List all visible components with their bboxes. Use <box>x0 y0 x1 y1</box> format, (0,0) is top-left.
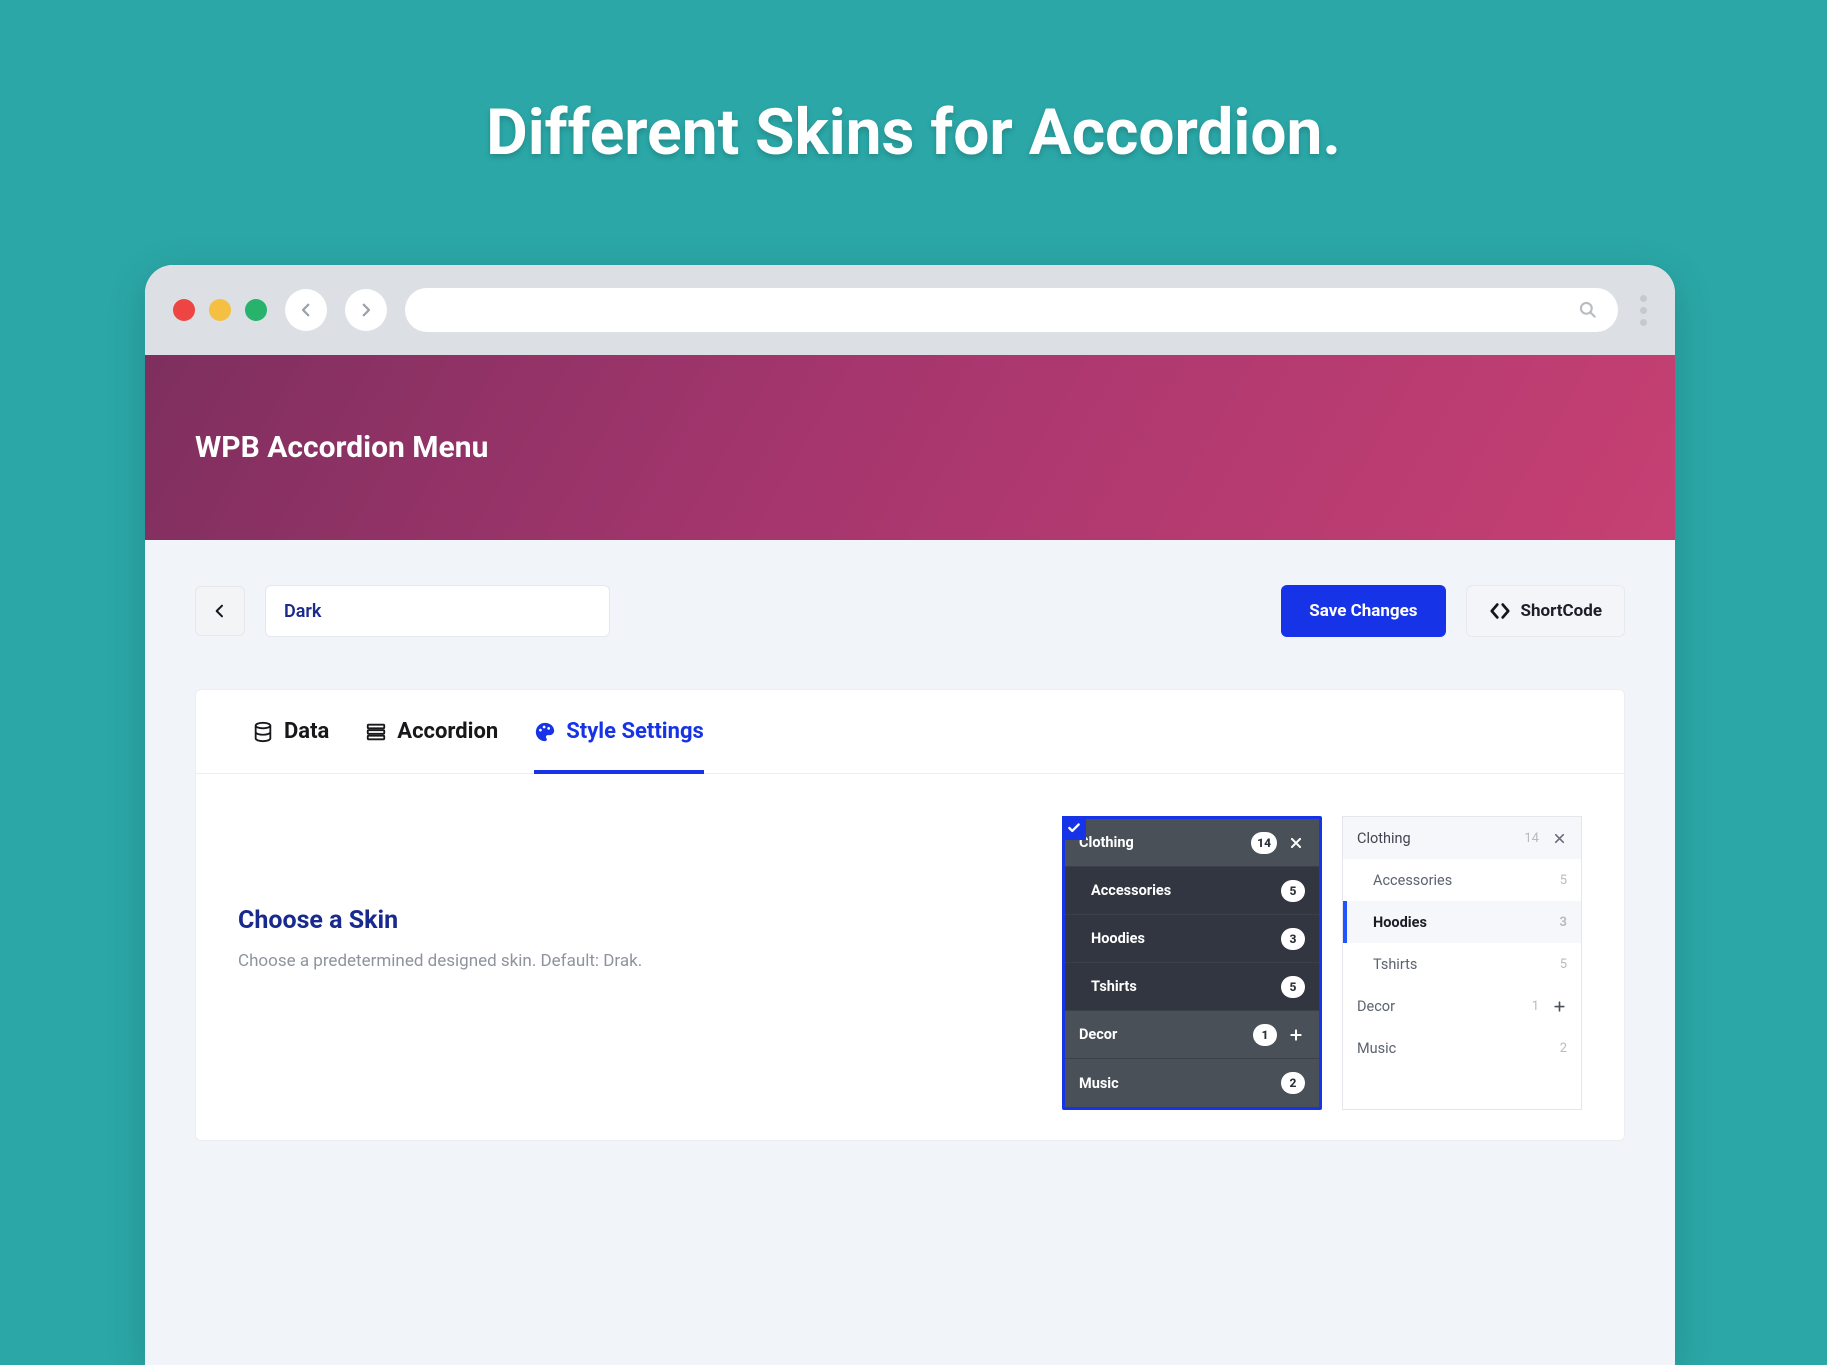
count-badge: 2 <box>1281 1072 1305 1094</box>
skin-row-label: Tshirts <box>1373 956 1417 973</box>
skin-light-row: Hoodies 3 <box>1343 901 1581 943</box>
skin-row-label: Accessories <box>1373 872 1452 889</box>
plus-icon <box>1551 1000 1567 1013</box>
maximize-window-icon[interactable] <box>245 299 267 321</box>
count-badge: 5 <box>1281 880 1305 902</box>
count-badge: 3 <box>1281 928 1305 950</box>
count-label: 5 <box>1560 957 1567 972</box>
shortcode-button[interactable]: ShortCode <box>1466 585 1625 637</box>
skin-row-meta: 3 <box>1281 928 1305 950</box>
url-bar[interactable] <box>405 288 1618 332</box>
skin-row-label: Decor <box>1079 1026 1117 1043</box>
list-icon <box>365 721 387 743</box>
skin-row-meta: 5 <box>1560 873 1567 888</box>
skin-dark-row: Clothing 14 <box>1065 819 1319 867</box>
palette-icon <box>534 721 556 743</box>
menu-name-input[interactable]: Dark <box>265 585 610 637</box>
skin-row-meta: 14 <box>1524 831 1567 846</box>
window-controls <box>173 299 267 321</box>
skin-row-label: Music <box>1079 1075 1119 1092</box>
skin-row-label: Music <box>1357 1040 1396 1057</box>
skin-row-meta: 5 <box>1281 880 1305 902</box>
browser-back-button[interactable] <box>285 289 327 331</box>
save-button[interactable]: Save Changes <box>1281 585 1445 637</box>
count-badge: 1 <box>1253 1024 1277 1046</box>
skin-options: Clothing 14 Accessories 5 Hoodies 3 Tshirts 5 De… <box>1062 816 1582 1110</box>
tab-style-label: Style Settings <box>566 719 704 744</box>
workspace: Dark Save Changes ShortCode Data <box>145 540 1675 1141</box>
close-window-icon[interactable] <box>173 299 195 321</box>
skin-row-label: Clothing <box>1357 830 1411 847</box>
tab-style-settings[interactable]: Style Settings <box>534 690 704 773</box>
database-icon <box>252 721 274 743</box>
app-header: WPB Accordion Menu <box>145 355 1675 540</box>
skin-dark-row: Hoodies 3 <box>1065 915 1319 963</box>
save-button-label: Save Changes <box>1309 601 1417 621</box>
back-button[interactable] <box>195 586 245 636</box>
browser-chrome <box>145 265 1675 355</box>
skin-row-label: Tshirts <box>1091 978 1137 995</box>
section-intro: Choose a Skin Choose a predetermined des… <box>238 816 1022 1110</box>
shortcode-button-label: ShortCode <box>1521 601 1602 621</box>
skin-light-row: Music 2 <box>1343 1027 1581 1069</box>
skin-dark-row: Music 2 <box>1065 1059 1319 1107</box>
skin-dark-row: Decor 1 <box>1065 1011 1319 1059</box>
toolbar: Dark Save Changes ShortCode <box>195 585 1625 637</box>
count-label: 14 <box>1524 831 1539 846</box>
skin-row-meta: 1 <box>1253 1024 1305 1046</box>
tab-data[interactable]: Data <box>252 690 329 773</box>
skin-row-meta: 3 <box>1560 915 1567 930</box>
count-label: 2 <box>1560 1041 1567 1056</box>
count-label: 1 <box>1532 999 1539 1014</box>
tabs: Data Accordion Style Settings <box>196 690 1624 774</box>
skin-light-row: Decor 1 <box>1343 985 1581 1027</box>
count-label: 5 <box>1560 873 1567 888</box>
skin-row-label: Decor <box>1357 998 1395 1015</box>
skin-row-label: Accessories <box>1091 882 1171 899</box>
panel-body: Choose a Skin Choose a predetermined des… <box>196 774 1624 1140</box>
tab-accordion[interactable]: Accordion <box>365 690 498 773</box>
count-badge: 14 <box>1251 832 1277 854</box>
skin-row-label: Hoodies <box>1091 930 1145 947</box>
browser-forward-button[interactable] <box>345 289 387 331</box>
page-headline: Different Skins for Accordion. <box>0 0 1827 170</box>
skin-row-meta: 5 <box>1281 976 1305 998</box>
skin-light-row: Accessories 5 <box>1343 859 1581 901</box>
skin-row-meta: 14 <box>1251 832 1305 854</box>
skin-row-meta: 5 <box>1560 957 1567 972</box>
plus-icon <box>1287 1028 1305 1042</box>
count-label: 3 <box>1560 915 1567 930</box>
app-title: WPB Accordion Menu <box>195 430 488 465</box>
minimize-window-icon[interactable] <box>209 299 231 321</box>
skin-row-meta: 2 <box>1560 1041 1567 1056</box>
skin-light-row: Clothing 14 <box>1343 817 1581 859</box>
search-icon <box>1578 300 1598 320</box>
skin-light-row: Tshirts 5 <box>1343 943 1581 985</box>
tab-data-label: Data <box>284 719 329 744</box>
skin-row-label: Hoodies <box>1373 914 1427 931</box>
close-icon <box>1287 836 1305 850</box>
section-title: Choose a Skin <box>238 906 1022 935</box>
tab-accordion-label: Accordion <box>397 719 498 744</box>
menu-name-value: Dark <box>284 601 321 622</box>
skin-option-dark[interactable]: Clothing 14 Accessories 5 Hoodies 3 Tshirts 5 De… <box>1062 816 1322 1110</box>
browser-frame: WPB Accordion Menu Dark Save Changes Sho… <box>145 265 1675 1365</box>
settings-panel: Data Accordion Style Settings Choose a S… <box>195 689 1625 1141</box>
skin-option-light[interactable]: Clothing 14 Accessories 5 Hoodies 3 Tshirts 5 De… <box>1342 816 1582 1110</box>
skin-dark-row: Tshirts 5 <box>1065 963 1319 1011</box>
code-icon <box>1489 600 1511 622</box>
skin-row-meta: 2 <box>1281 1072 1305 1094</box>
skin-row-meta: 1 <box>1532 999 1567 1014</box>
section-description: Choose a predetermined designed skin. De… <box>238 951 1022 971</box>
arrow-left-icon <box>297 301 315 319</box>
count-badge: 5 <box>1281 976 1305 998</box>
arrow-right-icon <box>357 301 375 319</box>
chevron-left-icon <box>212 603 228 619</box>
browser-menu-button[interactable] <box>1640 295 1647 326</box>
skin-row-label: Clothing <box>1079 834 1134 851</box>
selected-check-icon <box>1062 816 1086 840</box>
skin-dark-row: Accessories 5 <box>1065 867 1319 915</box>
close-icon <box>1551 832 1567 845</box>
